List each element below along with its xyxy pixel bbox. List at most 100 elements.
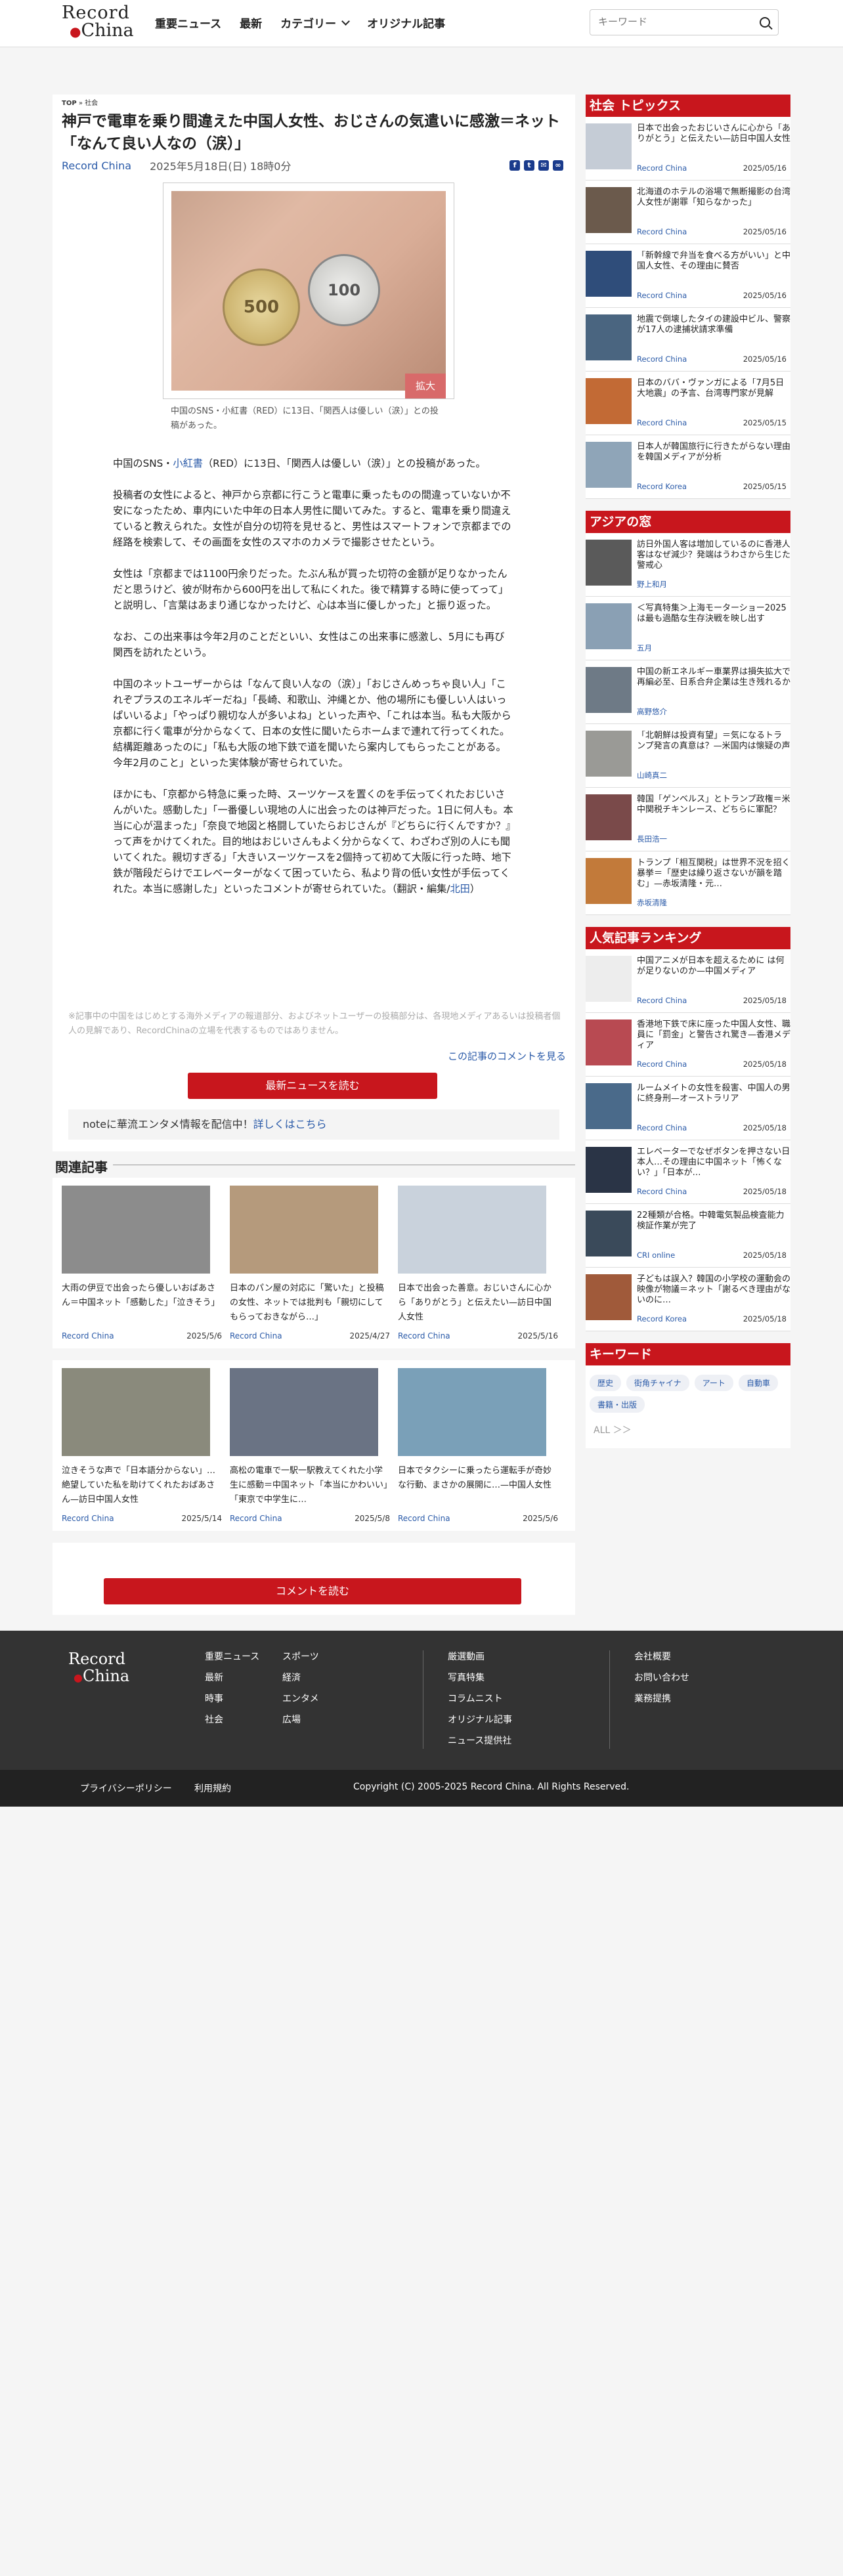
read-comments-button[interactable]: コメントを読む [104,1578,521,1604]
sidebar-thumb [586,251,632,297]
sidebar-article-title: 「新幹線で弁当を食べる方がいい」と中国人女性、その理由に賛否 [637,251,790,271]
sidebar-article[interactable]: 訪日外国人客は増加しているのに香港人客はなぜ減少？発端はうわさから生じた警戒心野… [586,533,790,597]
sidebar-thumb [586,1274,632,1320]
footer-link[interactable]: 会社概要 [634,1646,689,1667]
article-photo[interactable]: 500 100 拡大 [163,182,454,399]
related-heading-bar: 関連記事 [53,1151,575,1178]
sidebar-article[interactable]: 中国アニメが日本を超えるために は何が足りないのか—中国メディア Record C… [586,949,790,1013]
related-thumb [230,1186,378,1274]
keyword-tag[interactable]: 自動車 [738,1375,778,1391]
sidebar-article-date: 2025/05/16 [743,163,787,173]
related-source: Record China [230,1331,282,1341]
xiaohongshu-link[interactable]: 小紅書 [173,458,203,469]
footer-link[interactable]: 業務提携 [634,1688,689,1709]
sidebar-article[interactable]: 北海道のホテルの浴場で無断撮影の台湾人女性が謝罪「知らなかった」 Record C… [586,181,790,244]
paragraph: ほかにも、「京都から特急に乗った時、スーツケースを置くのを手伝ってくれたおじいさ… [113,788,513,895]
sidebar-article[interactable]: エレベーターでなぜボタンを押さない日本人…その理由に中国ネット「怖くない？」「日… [586,1140,790,1204]
article-source[interactable]: Record China [62,160,131,172]
footer-link[interactable]: 厳選動画 [448,1646,512,1667]
sidebar-article[interactable]: 香港地下鉄で床に座った中国人女性、職員に「罰金」と警告され驚き—香港メディア Re… [586,1013,790,1077]
related-title: 泣きそうな声で「日本語分からない」…絶望していた私を助けてくれたおばあさん—訪日… [62,1466,216,1505]
footer-link[interactable]: オリジナル記事 [448,1709,512,1730]
footer-link[interactable]: 時事 [205,1688,259,1709]
footer-logo[interactable]: Record ●China [68,1650,129,1686]
footer-link[interactable]: 経済 [282,1667,319,1688]
related-card[interactable]: 日本で出会った善意。おじいさんに心から「ありがとう」と伝えたい—訪日中国人女性 … [394,1186,562,1341]
zoom-button[interactable]: 拡大 [405,374,446,398]
breadcrumb-current[interactable]: 社会 [85,100,98,107]
nav-latest[interactable]: 最新 [240,14,262,31]
note-details-link[interactable]: 詳しくはこちら [253,1118,327,1130]
nav-important-news[interactable]: 重要ニュース [155,14,221,31]
breadcrumb-top[interactable]: TOP [62,100,77,107]
main-content: TOP » 社会 神戸で電車を乗り間違えた中国人女性、おじさんの気遣いに感激＝ネ… [53,95,575,1572]
keyword-tag[interactable]: 街角チャイナ [626,1375,689,1391]
sidebar-article[interactable]: 日本で出会ったおじいさんに心から「ありがとう」と伝えたい—訪日中国人女性 Reco… [586,117,790,181]
keyword-tag[interactable]: 書籍・出版 [590,1396,645,1413]
related-title: 日本のパン屋の対応に「驚いた」と投稿の女性、ネットでは批判も「親切にしてもらって… [230,1283,384,1322]
sidebar-thumb [586,378,632,424]
footer-link[interactable]: お問い合わせ [634,1667,689,1688]
mail-icon[interactable]: ✉ [538,160,549,171]
sidebar-article[interactable]: 「新幹線で弁当を食べる方がいい」と中国人女性、その理由に賛否 Record Chi… [586,244,790,308]
footer-link[interactable]: エンタメ [282,1688,319,1709]
footer-link[interactable]: 広場 [282,1709,319,1730]
search-input[interactable] [598,16,743,28]
related-articles: 大雨の伊豆で出会ったら優しいおばあさん＝中国ネット「感動した」「泣きそう」 Re… [53,1178,575,1543]
footer-link[interactable]: 最新 [205,1667,259,1688]
related-thumb [398,1186,546,1274]
editor-link[interactable]: 北田 [450,883,469,895]
site-footer: Record ●China 重要ニュース 最新 時事 社会 スポーツ 経済 エン… [0,1631,843,1770]
site-logo[interactable]: Record ●China [62,3,134,41]
asia-window-heading: アジアの窓 [586,511,790,533]
terms-link[interactable]: 利用規約 [194,1782,231,1795]
sidebar-thumb [586,540,632,586]
sidebar-article[interactable]: 中国の新エネルギー車業界は損失拡大で再編必至、日系合弁企業は生き残れるか 高野悠介 [586,660,790,724]
related-card[interactable]: 大雨の伊豆で出会ったら優しいおばあさん＝中国ネット「感動した」「泣きそう」 Re… [58,1186,226,1341]
sidebar-article-date: 2025/05/18 [743,1251,787,1260]
footer-link[interactable]: 写真特集 [448,1667,512,1688]
footer-link[interactable]: 社会 [205,1709,259,1730]
facebook-icon[interactable]: f [509,160,520,171]
link-icon[interactable]: ∞ [553,160,563,171]
related-card[interactable]: 泣きそうな声で「日本語分からない」…絶望していた私を助けてくれたおばあさん—訪日… [58,1368,226,1523]
sidebar-article[interactable]: 「北朝鮮は投資有望」＝気になるトランプ発言の真意は？—米国内は懐疑の声 山崎真二 [586,724,790,788]
latest-news-button[interactable]: 最新ニュースを読む [188,1073,437,1099]
sidebar-article[interactable]: 22種類が合格。中韓電気製品検査能力検証作業が完了 CRI online 2025/… [586,1204,790,1268]
keywords: キーワード 歴史 街角チャイナ アート 自動車 書籍・出版 ALL ＞＞ [586,1343,790,1448]
sidebar-thumb [586,123,632,169]
related-card[interactable]: 高松の電車で一駅一駅教えてくれた小学生に感動＝中国ネット「本当にかわいい」「東京… [226,1368,394,1523]
sidebar-article[interactable]: 子どもは誤入？韓国の小学校の運動会の映像が物議＝ネット「謝るべき理由がないのに…… [586,1268,790,1331]
sidebar-article[interactable]: ルームメイトの女性を殺害、中国人の男に終身刑—オーストラリア Record Chi… [586,1077,790,1140]
twitter-icon[interactable]: t [524,160,534,171]
footer-link[interactable]: コラムニスト [448,1688,512,1709]
photo-caption: 中国のSNS・小紅書（RED）に13日、「関西人は優しい（涙）」との投稿があった… [171,406,439,431]
coin-500: 500 [223,268,300,346]
chevron-down-icon [341,16,351,26]
sidebar: 社会 トピックス 日本で出会ったおじいさんに心から「ありがとう」と伝えたい—訪日… [586,95,790,1460]
keyword-tag[interactable]: 歴史 [590,1375,622,1391]
sidebar-article[interactable]: 地震で倒壊したタイの建設中ビル、警察が17人の逮捕状請求準備 Record Chi… [586,308,790,372]
sidebar-article[interactable]: 日本人が韓国旅行に行きたがらない理由を韓国メディアが分析 Record Korea… [586,435,790,499]
sidebar-article[interactable]: 韓国「ゲンベルス」とトランプ政権＝米中関税チキンレース、どちらに軍配？ 長田浩一 [586,788,790,851]
nav-category[interactable]: カテゴリー [280,14,351,31]
sidebar-thumb [586,1211,632,1256]
related-date: 2025/5/6 [523,1514,558,1523]
footer-link[interactable]: ニュース提供社 [448,1730,512,1751]
related-card[interactable]: 日本でタクシーに乗ったら運転手が奇妙な行動、まさかの展開に…—中国人女性 Rec… [394,1368,562,1523]
logo-line1: Record [62,3,130,23]
keywords-all-link[interactable]: ALL ＞＞ [586,1413,790,1436]
footer-link[interactable]: スポーツ [282,1646,319,1667]
privacy-policy-link[interactable]: プライバシーポリシー [80,1782,172,1795]
sidebar-article[interactable]: 日本のババ・ヴァンガによる「7月5日大地震」の予言、台湾専門家が見解 Record… [586,372,790,435]
nav-original-articles[interactable]: オリジナル記事 [367,14,445,31]
related-card[interactable]: 日本のパン屋の対応に「驚いた」と投稿の女性、ネットでは批判も「親切にしてもらって… [226,1186,394,1341]
search-icon[interactable] [760,17,770,28]
keyword-tag[interactable]: アート [694,1375,733,1391]
ranking: 人気記事ランキング 中国アニメが日本を超えるために は何が足りないのか—中国メデ… [586,927,790,1331]
sidebar-article-title: 訪日外国人客は増加しているのに香港人客はなぜ減少？発端はうわさから生じた警戒心 [637,540,790,570]
footer-link[interactable]: 重要ニュース [205,1646,259,1667]
sidebar-article[interactable]: トランプ「相互関税」は世界不況を招く暴挙＝「歴史は繰り返さないが韻を踏む」—赤坂… [586,851,790,915]
sidebar-article[interactable]: ＜写真特集＞上海モーターショー2025は最も過酷な生存決戦を映し出す 五月 [586,597,790,660]
view-comments-link[interactable]: この記事のコメントを見る [448,1049,566,1063]
